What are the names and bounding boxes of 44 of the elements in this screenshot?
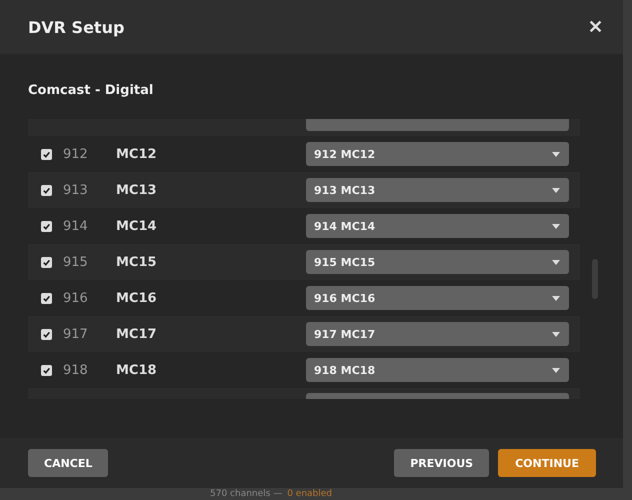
- enabled-count: 0 enabled: [287, 488, 332, 500]
- channel-name: MC17: [116, 326, 158, 342]
- checkbox[interactable]: [41, 292, 52, 304]
- checkbox[interactable]: [41, 328, 52, 340]
- channel-number: 913: [63, 182, 89, 198]
- channel-number: 918: [63, 362, 89, 378]
- checkbox[interactable]: [41, 256, 52, 268]
- cancel-button[interactable]: CANCEL: [28, 449, 108, 477]
- checkbox[interactable]: [41, 220, 52, 232]
- channel-name: MC12: [116, 146, 158, 162]
- caret-icon: [552, 332, 560, 336]
- caret-icon: [552, 296, 560, 300]
- channel-name: MC14: [116, 218, 158, 234]
- channel-name: MC18: [116, 362, 158, 378]
- dialog-title: DVR Setup: [28, 18, 124, 36]
- scrollbar[interactable]: [592, 259, 598, 299]
- dropdown-field[interactable]: 915 MC15: [306, 250, 569, 274]
- channel-name: MC16: [116, 290, 158, 306]
- dropdown-field[interactable]: 918 MC18: [306, 358, 569, 382]
- checkbox[interactable]: [41, 184, 52, 196]
- continue-button[interactable]: CONTINUE: [498, 449, 596, 477]
- dropdown-field[interactable]: 913 MC13: [306, 178, 569, 202]
- caret-icon: [552, 188, 560, 192]
- channel-number: 917: [63, 326, 89, 342]
- checkbox[interactable]: [41, 364, 52, 376]
- channel-name: MC13: [116, 182, 158, 198]
- caret-icon: [552, 152, 560, 156]
- channel-number: 916: [63, 290, 89, 306]
- channel-count: 570 channels —: [210, 488, 282, 500]
- channel-number: 912: [63, 146, 89, 162]
- channel-name: MC15: [116, 254, 158, 270]
- previous-button[interactable]: PREVIOUS: [394, 449, 490, 477]
- dropdown-field[interactable]: 916 MC16: [306, 286, 569, 310]
- caret-icon: [552, 260, 560, 264]
- caret-icon: [552, 368, 560, 372]
- close-button[interactable]: ✕: [588, 16, 603, 38]
- channel-number: 914: [63, 218, 89, 234]
- dropdown-field[interactable]: 917 MC17: [306, 322, 569, 346]
- caret-icon: [552, 224, 560, 228]
- channel-number: 915: [63, 254, 89, 270]
- dropdown-field[interactable]: 912 MC12: [306, 142, 569, 166]
- provider-title: Comcast - Digital: [28, 83, 154, 98]
- checkbox[interactable]: [41, 148, 52, 160]
- dropdown-field[interactable]: 914 MC14: [306, 214, 569, 238]
